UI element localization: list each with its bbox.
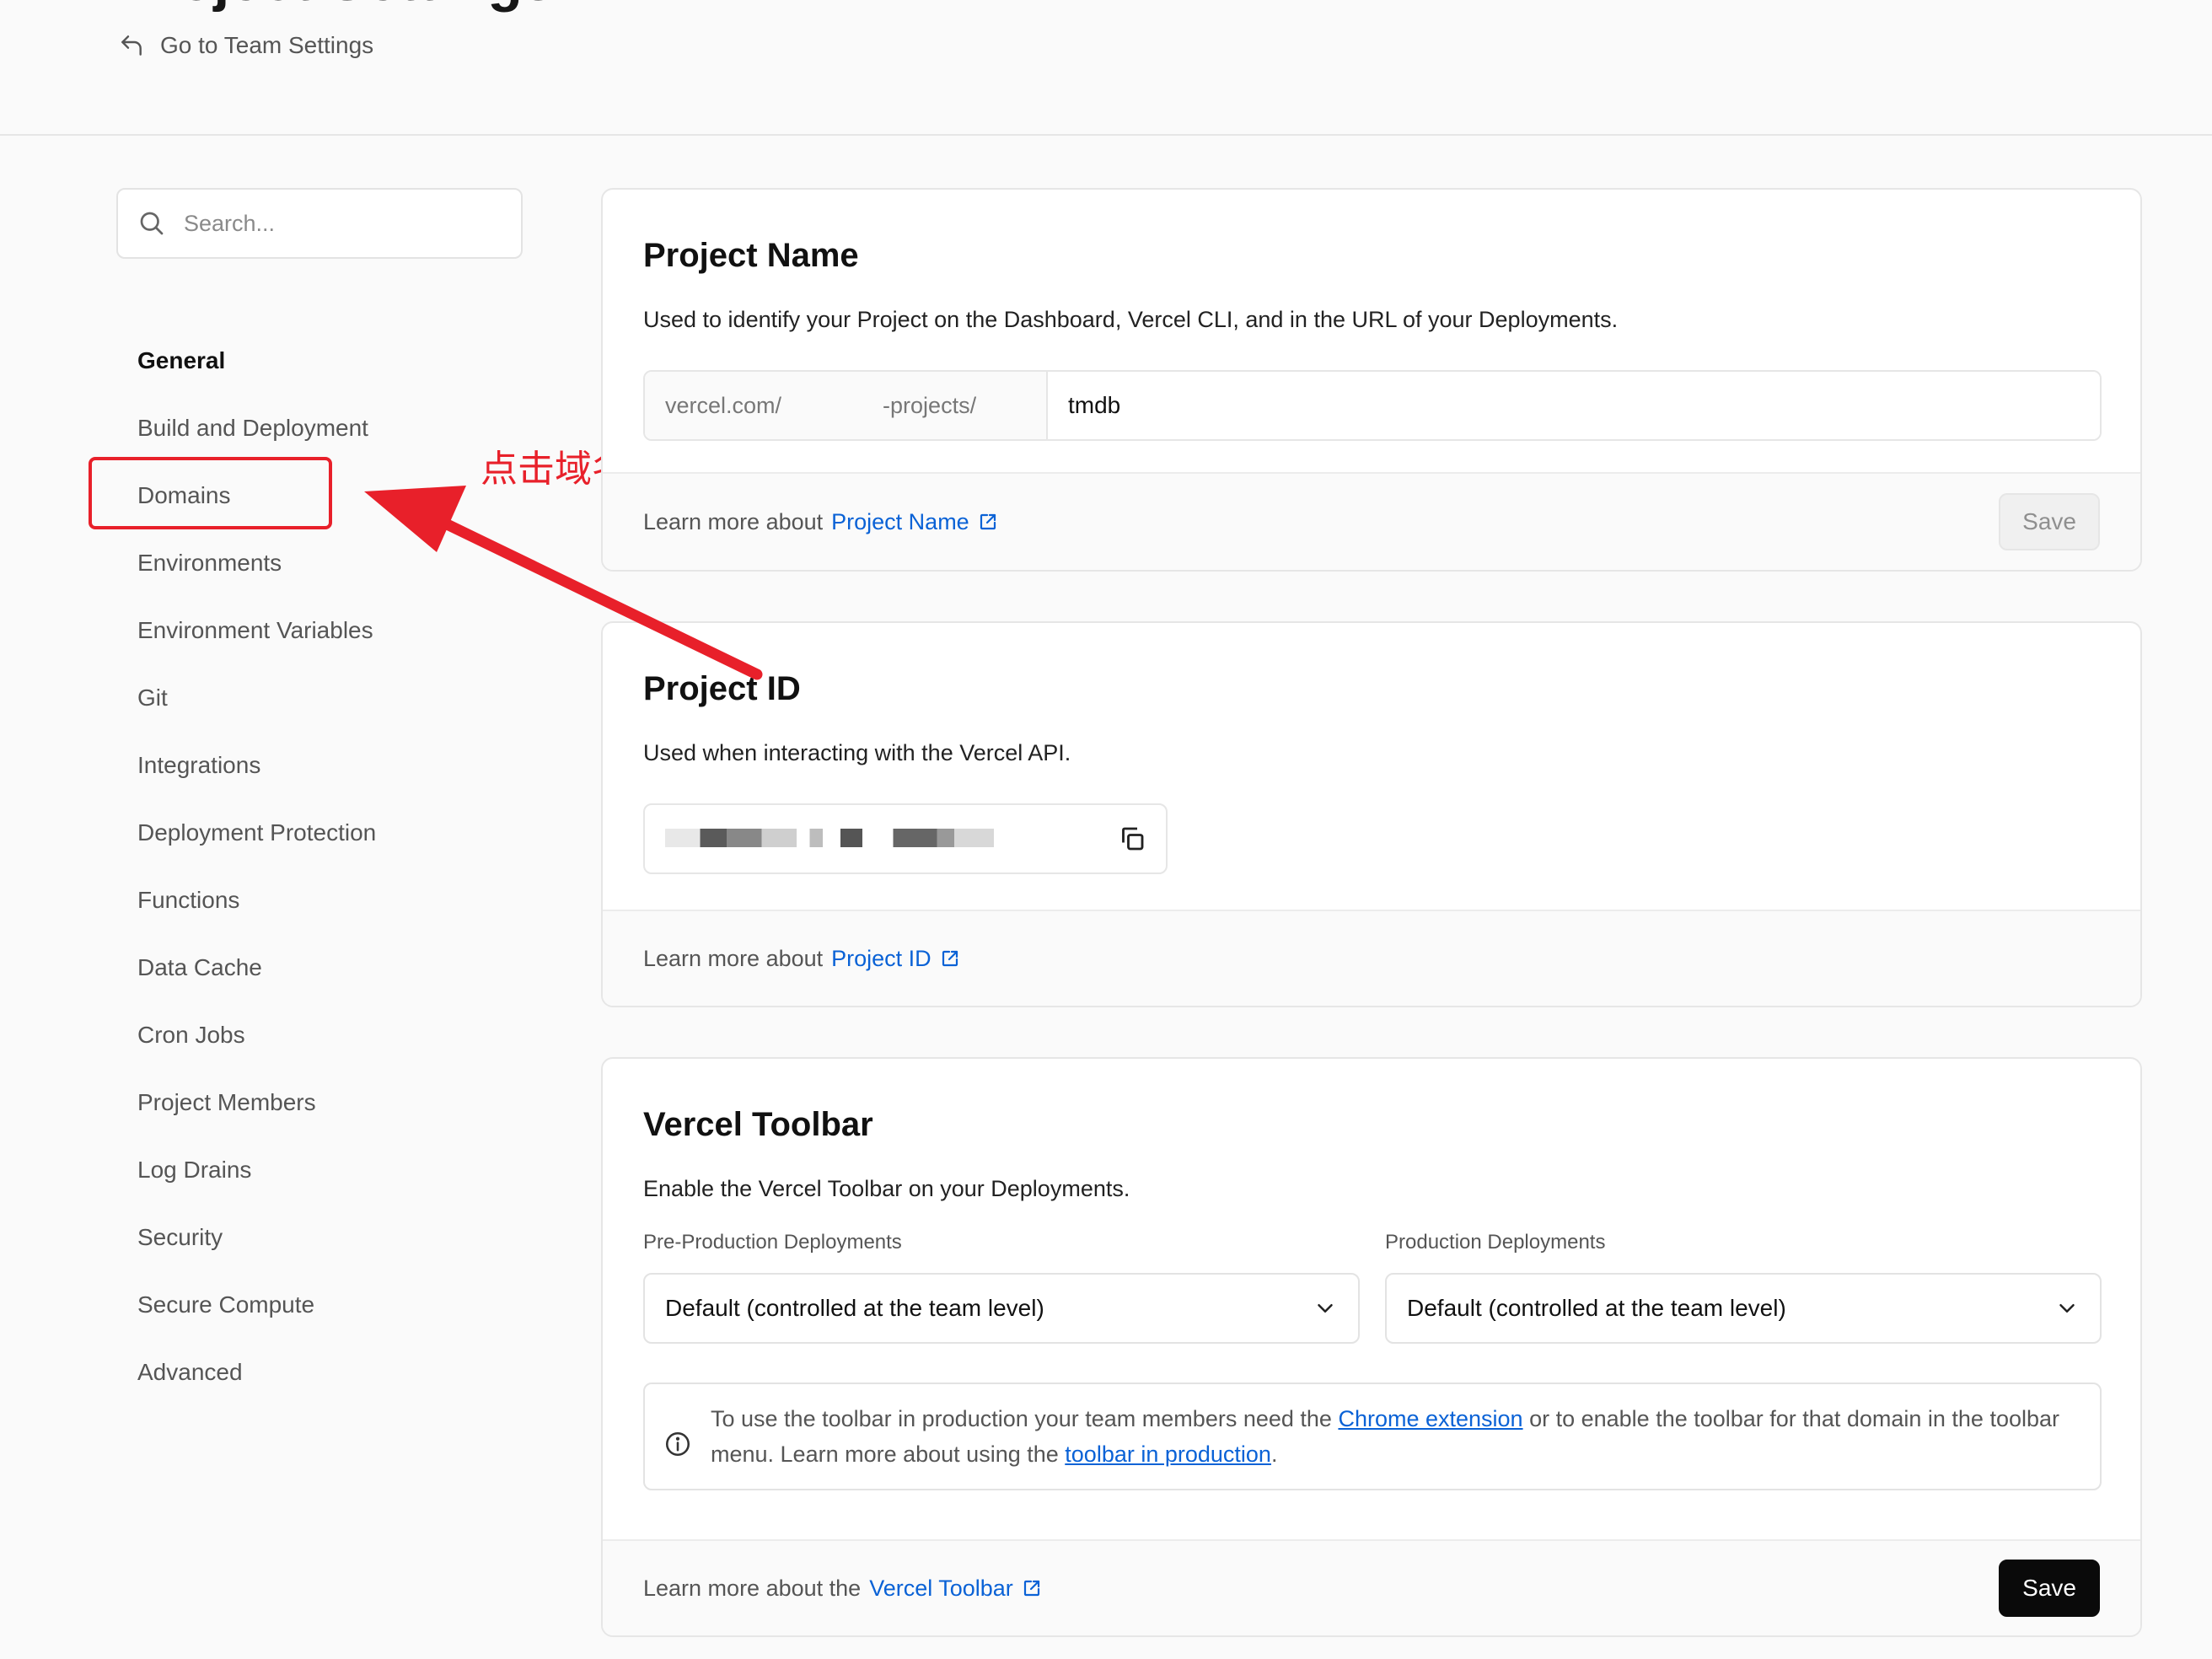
toolbar-selects-row: Pre-Production Deployments Default (cont… <box>643 1231 2102 1344</box>
copy-icon[interactable] <box>1117 824 1147 854</box>
return-arrow-icon <box>121 35 142 56</box>
project-id-docs-link[interactable]: Project ID <box>831 946 932 972</box>
info-text-1: To use the toolbar in production your te… <box>711 1406 1332 1431</box>
project-name-save-button[interactable]: Save <box>1999 493 2100 550</box>
sidebar-item-cron-jobs[interactable]: Cron Jobs <box>137 1012 525 1079</box>
external-link-icon[interactable] <box>940 948 960 969</box>
project-id-title: Project ID <box>643 670 801 707</box>
vercel-toolbar-title: Vercel Toolbar <box>643 1106 873 1143</box>
sidebar-item-deployment-protection[interactable]: Deployment Protection <box>137 809 525 877</box>
domains-highlight-box <box>89 457 332 529</box>
redacted-project-id <box>665 829 1103 847</box>
url-prefix-end: -projects/ <box>883 392 977 418</box>
back-link-label: Go to Team Settings <box>160 32 374 58</box>
sidebar-item-functions[interactable]: Functions <box>137 877 525 944</box>
page-header: Project Settings Go to Team Settings <box>0 0 2212 136</box>
vercel-toolbar-learn-more: Learn more about the Vercel Toolbar <box>643 1576 1042 1602</box>
vercel-toolbar-save-button[interactable]: Save <box>1999 1560 2100 1617</box>
sidebar-item-integrations[interactable]: Integrations <box>137 742 525 809</box>
sidebar-item-secure-compute[interactable]: Secure Compute <box>137 1281 525 1349</box>
sidebar-item-project-members[interactable]: Project Members <box>137 1079 525 1146</box>
project-name-title: Project Name <box>643 237 859 274</box>
project-id-learn-more: Learn more about Project ID <box>643 946 960 972</box>
sidebar-item-environment-variables[interactable]: Environment Variables <box>137 607 525 674</box>
learn-more-prefix: Learn more about <box>643 508 824 534</box>
sidebar-item-log-drains[interactable]: Log Drains <box>137 1146 525 1214</box>
project-id-card: Project ID Used when interacting with th… <box>601 621 2142 1007</box>
pre-production-group: Pre-Production Deployments Default (cont… <box>643 1231 1360 1344</box>
pre-production-label: Pre-Production Deployments <box>643 1231 902 1254</box>
sidebar-item-advanced[interactable]: Advanced <box>137 1349 525 1416</box>
back-to-team-settings-link[interactable]: Go to Team Settings <box>118 32 373 59</box>
learn-more-prefix: Learn more about the <box>643 1575 862 1601</box>
vercel-toolbar-card: Vercel Toolbar Enable the Vercel Toolbar… <box>601 1057 2142 1637</box>
production-select[interactable]: Default (controlled at the team level) <box>1385 1273 2102 1344</box>
project-name-card: Project Name Used to identify your Proje… <box>601 188 2142 572</box>
chrome-extension-link[interactable]: Chrome extension <box>1338 1406 1522 1431</box>
redacted-team-slug <box>781 397 883 414</box>
search-input[interactable] <box>184 210 504 237</box>
url-prefix-start: vercel.com/ <box>665 392 782 418</box>
chevron-down-icon <box>1318 1304 1333 1313</box>
external-link-icon[interactable] <box>1022 1578 1042 1598</box>
project-name-learn-more: Learn more about Project Name <box>643 509 998 535</box>
sidebar-item-general[interactable]: General <box>137 337 525 405</box>
pre-production-select[interactable]: Default (controlled at the team level) <box>643 1273 1360 1344</box>
vercel-toolbar-description: Enable the Vercel Toolbar on your Deploy… <box>643 1176 1130 1201</box>
toolbar-in-production-link[interactable]: toolbar in production <box>1065 1442 1271 1467</box>
sidebar-item-security[interactable]: Security <box>137 1214 525 1281</box>
project-id-description: Used when interacting with the Vercel AP… <box>643 740 1071 765</box>
project-id-field <box>643 803 1168 874</box>
sidebar-item-git[interactable]: Git <box>137 674 525 742</box>
learn-more-prefix: Learn more about <box>643 945 824 971</box>
project-name-field: vercel.com/ -projects/ <box>643 370 2102 441</box>
pre-production-selected-value: Default (controlled at the team level) <box>665 1295 1044 1321</box>
project-name-input[interactable] <box>1048 372 2100 439</box>
project-name-footer: Learn more about Project Name Save <box>603 472 2140 570</box>
sidebar-item-data-cache[interactable]: Data Cache <box>137 944 525 1012</box>
page-title: Project Settings <box>118 0 555 13</box>
production-selected-value: Default (controlled at the team level) <box>1407 1295 1786 1321</box>
vercel-toolbar-docs-link[interactable]: Vercel Toolbar <box>869 1576 1013 1602</box>
info-text-3: . <box>1270 1442 1278 1467</box>
toolbar-info-box: To use the toolbar in production your te… <box>643 1382 2102 1490</box>
production-group: Production Deployments Default (controll… <box>1385 1231 2102 1344</box>
url-prefix: vercel.com/ -projects/ <box>645 372 1048 439</box>
settings-search[interactable] <box>116 188 523 259</box>
project-id-footer: Learn more about Project ID <box>603 910 2140 1006</box>
chevron-down-icon <box>2059 1304 2075 1313</box>
project-name-docs-link[interactable]: Project Name <box>831 509 969 535</box>
sidebar-item-environments[interactable]: Environments <box>137 540 525 607</box>
project-name-description: Used to identify your Project on the Das… <box>643 307 1619 332</box>
vercel-toolbar-footer: Learn more about the Vercel Toolbar Save <box>603 1539 2140 1635</box>
search-icon <box>140 212 164 235</box>
toolbar-info-text: To use the toolbar in production your te… <box>711 1401 2081 1472</box>
external-link-icon[interactable] <box>978 512 998 532</box>
production-label: Production Deployments <box>1385 1231 1606 1254</box>
info-icon <box>665 1431 690 1457</box>
